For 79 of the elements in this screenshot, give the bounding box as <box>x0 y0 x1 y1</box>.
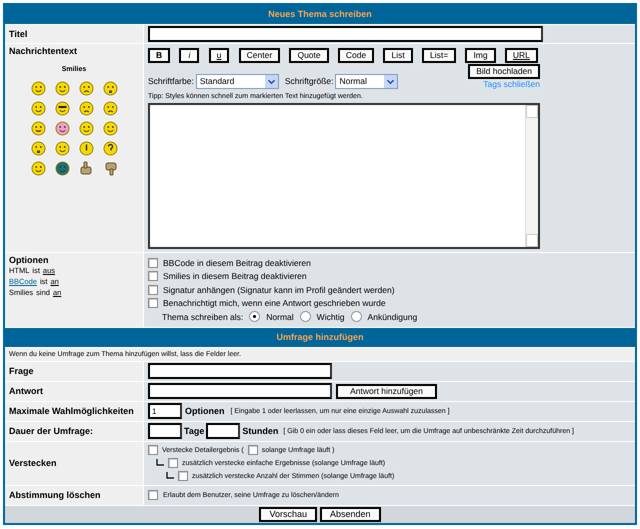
smiley-icon[interactable] <box>30 81 46 96</box>
checkbox[interactable] <box>148 445 158 455</box>
field-label: Nachrichtentext <box>9 46 78 56</box>
checkbox-label: Benachrichtigt mich, wenn eine Antwort geschrieben wurde <box>163 298 386 308</box>
font-size-select[interactable]: Normal <box>335 74 398 88</box>
font-color-select[interactable]: Standard <box>196 74 279 88</box>
smiley-icon[interactable] <box>54 81 70 96</box>
radio-label: Ankündigung <box>368 312 418 322</box>
unit-label: Tage <box>184 426 204 436</box>
field-label: Maximale Wahlmöglichkeiten <box>9 406 135 416</box>
unit-label: Stunden <box>242 426 278 436</box>
days-field[interactable] <box>148 423 182 439</box>
format-button[interactable]: Code <box>338 48 374 62</box>
format-button[interactable]: B <box>148 48 170 62</box>
message-textarea[interactable] <box>148 103 540 249</box>
checkbox[interactable] <box>168 458 178 468</box>
smiley-icon[interactable] <box>78 101 94 116</box>
thumbs-down-icon[interactable] <box>102 161 118 176</box>
smiley-icon[interactable] <box>30 141 46 156</box>
unit-label: Optionen <box>185 406 224 416</box>
smiley-icon[interactable] <box>54 121 70 136</box>
field-label: Schriftgröße: <box>284 76 334 86</box>
smiley-icon[interactable] <box>54 161 70 176</box>
smiley-icon[interactable] <box>102 81 118 96</box>
format-button[interactable]: u <box>208 48 230 62</box>
radio-button[interactable] <box>350 311 362 322</box>
radio-button[interactable] <box>300 311 311 322</box>
checkbox[interactable] <box>178 471 188 481</box>
submit-button[interactable]: Absenden <box>320 506 381 522</box>
format-button[interactable]: List= <box>422 48 456 62</box>
format-button[interactable]: Center <box>238 48 280 62</box>
smiley-icon[interactable] <box>30 161 46 176</box>
max-choices-field[interactable]: 1 <box>148 403 182 419</box>
checkbox[interactable] <box>148 298 158 308</box>
field-label: Verstecken <box>9 458 58 468</box>
question-field[interactable] <box>148 363 332 379</box>
question-icon[interactable] <box>102 141 118 156</box>
preview-button[interactable]: Vorschau <box>259 506 317 522</box>
smiley-icon[interactable] <box>78 81 94 96</box>
field-label: Abstimmung löschen <box>9 490 102 500</box>
smiley-icon[interactable] <box>30 101 46 116</box>
checkbox[interactable] <box>248 445 258 455</box>
format-button[interactable]: Img <box>465 48 496 62</box>
add-answer-button[interactable]: Antwort hinzufügen <box>336 384 437 398</box>
radio-label: Normal <box>266 312 294 322</box>
field-label: Optionen <box>9 255 50 265</box>
answer-field[interactable] <box>148 383 332 399</box>
field-label: Frage <box>9 366 35 376</box>
format-button[interactable]: List <box>383 48 413 62</box>
thumbs-up-icon[interactable] <box>78 161 94 176</box>
format-button[interactable]: i <box>179 48 200 62</box>
checkbox[interactable] <box>148 490 158 500</box>
radio-label: Wichtig <box>316 312 345 322</box>
field-label: Dauer der Umfrage: <box>9 426 94 436</box>
checkbox-label: Smilies in diesem Beitrag deaktivieren <box>163 271 307 282</box>
checkbox-label: Signatur anhängen (Signatur kann im Profil geändert werden) <box>163 284 395 295</box>
hours-field[interactable] <box>206 423 240 439</box>
format-button[interactable]: Quote <box>289 48 329 62</box>
field-label: Schriftfarbe: <box>148 76 194 86</box>
field-label: Titel <box>9 29 28 39</box>
checkbox[interactable] <box>148 284 158 295</box>
checkbox[interactable] <box>148 258 158 268</box>
smiley-icon[interactable] <box>54 101 70 116</box>
checkbox-label: BBCode in diesem Beitrag deaktivieren <box>163 258 311 268</box>
field-label: Thema schreiben als: <box>162 312 244 322</box>
title-field[interactable] <box>148 26 543 42</box>
smiley-icon[interactable] <box>54 141 70 156</box>
radio-button[interactable] <box>249 311 260 322</box>
section-header: Neues Thema schreiben <box>5 5 635 24</box>
field-label: Antwort <box>9 386 44 396</box>
smiley-icon[interactable] <box>102 101 118 116</box>
section-header: Umfrage hinzufügen <box>5 328 635 346</box>
upload-image-button[interactable]: Bild hochladen <box>468 64 540 79</box>
exclamation-icon[interactable] <box>78 141 94 156</box>
smiley-icon[interactable] <box>30 121 46 136</box>
smiley-icon[interactable] <box>78 121 94 136</box>
smiley-icon[interactable] <box>102 121 118 136</box>
checkbox[interactable] <box>148 271 158 282</box>
format-button[interactable]: URL <box>504 48 538 62</box>
